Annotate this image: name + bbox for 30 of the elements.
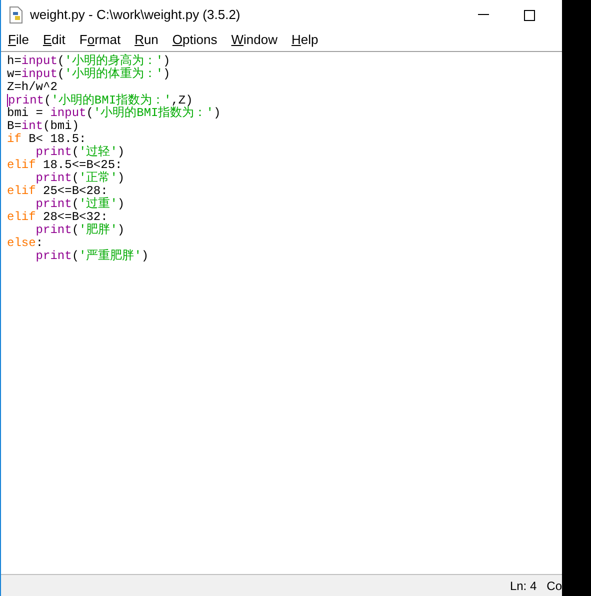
code-line: elif 28<=B<32: (7, 211, 108, 224)
menu-item[interactable]: File (3, 30, 34, 50)
code-line: B=int(bmi) (7, 120, 80, 133)
code-line: print('小明的BMI指数为：',Z) (7, 94, 193, 107)
code-line: print('过轻') (35, 146, 125, 159)
code-line: elif 18.5<=B<25: (7, 159, 122, 172)
code-line: bmi = input('小明的BMI指数为：') (7, 107, 221, 120)
menu-item[interactable]: Window (226, 30, 282, 50)
python-file-icon (7, 6, 25, 24)
code-line: h=input('小明的身高为：') (7, 55, 170, 68)
code-line: print('过重') (35, 198, 125, 211)
text-cursor (7, 94, 8, 107)
code-line: print('正常') (35, 172, 125, 185)
window-title: weight.py - C:\work\weight.py (3.5.2) (30, 6, 240, 24)
line-number-status: Ln: 4 (510, 578, 537, 594)
code-line: print('严重肥胖') (34, 250, 149, 263)
code-line: w=input('小明的体重为：') (7, 68, 170, 81)
menu-item[interactable]: Format (74, 30, 126, 50)
minimize-icon (478, 14, 488, 16)
menu-item[interactable]: Options (167, 30, 222, 50)
code-line: else: (7, 237, 44, 250)
code-line: elif 25<=B<28: (7, 185, 108, 198)
code-line: print('肥胖') (35, 224, 125, 237)
menu-item[interactable]: Run (130, 30, 164, 50)
menu-item[interactable]: Help (286, 30, 324, 50)
code-line: Z=h/w^2 (7, 81, 58, 94)
code-line: if B< 18.5: (7, 133, 86, 146)
maximize-icon (524, 10, 534, 20)
menu-item[interactable]: Edit (38, 30, 70, 50)
column-status: Co (546, 578, 562, 594)
